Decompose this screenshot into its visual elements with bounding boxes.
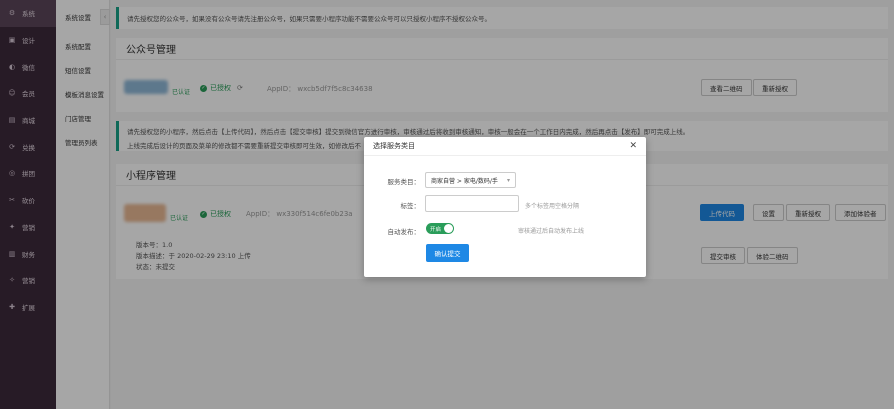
autopub-toggle[interactable]: 开启 <box>426 223 454 234</box>
autopub-hint: 审核通过后自动发布上线 <box>518 228 585 235</box>
chevron-down-icon: ▾ <box>506 176 510 184</box>
category-select-value: 商家自营 > 家电/数码/手 <box>431 177 498 185</box>
close-icon[interactable]: ✕ <box>629 141 637 151</box>
toggle-on-label: 开启 <box>430 226 442 233</box>
modal-header: 选择服务类目 ✕ <box>364 137 646 156</box>
tags-label: 标签： <box>400 202 421 210</box>
autopub-label: 自动发布： <box>387 228 421 236</box>
confirm-submit-button[interactable]: 确认提交 <box>426 244 469 262</box>
tags-input[interactable] <box>425 195 519 212</box>
category-select[interactable]: 商家自营 > 家电/数码/手 ▾ <box>425 172 516 188</box>
category-label: 服务类目： <box>387 178 421 186</box>
modal-title: 选择服务类目 <box>373 142 415 150</box>
toggle-knob <box>444 224 453 233</box>
tags-hint: 多个标签用空格分隔 <box>525 203 580 210</box>
